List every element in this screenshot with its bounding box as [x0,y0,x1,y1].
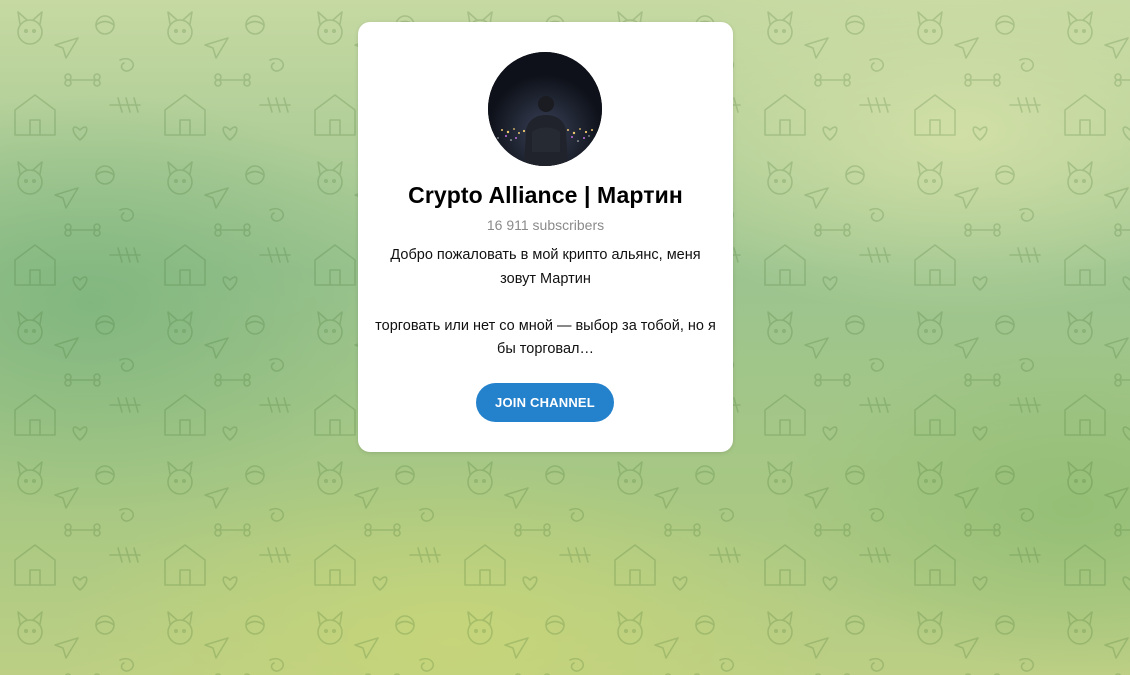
person-city-night-photo-icon [488,52,602,166]
description-paragraph: Добро пожаловать в мой крипто альянс, ме… [390,247,701,287]
channel-title: Crypto Alliance | Мартин [408,182,683,208]
channel-description: Добро пожаловать в мой крипто альянс, ме… [372,244,719,362]
channel-card: Crypto Alliance | Мартин 16 911 subscrib… [358,22,733,452]
join-channel-button[interactable]: JOIN CHANNEL [476,383,614,422]
subscriber-count: 16 911 subscribers [486,217,605,233]
channel-avatar [488,52,602,166]
description-paragraph: торговать или нет со мной — выбор за тоб… [375,317,716,358]
